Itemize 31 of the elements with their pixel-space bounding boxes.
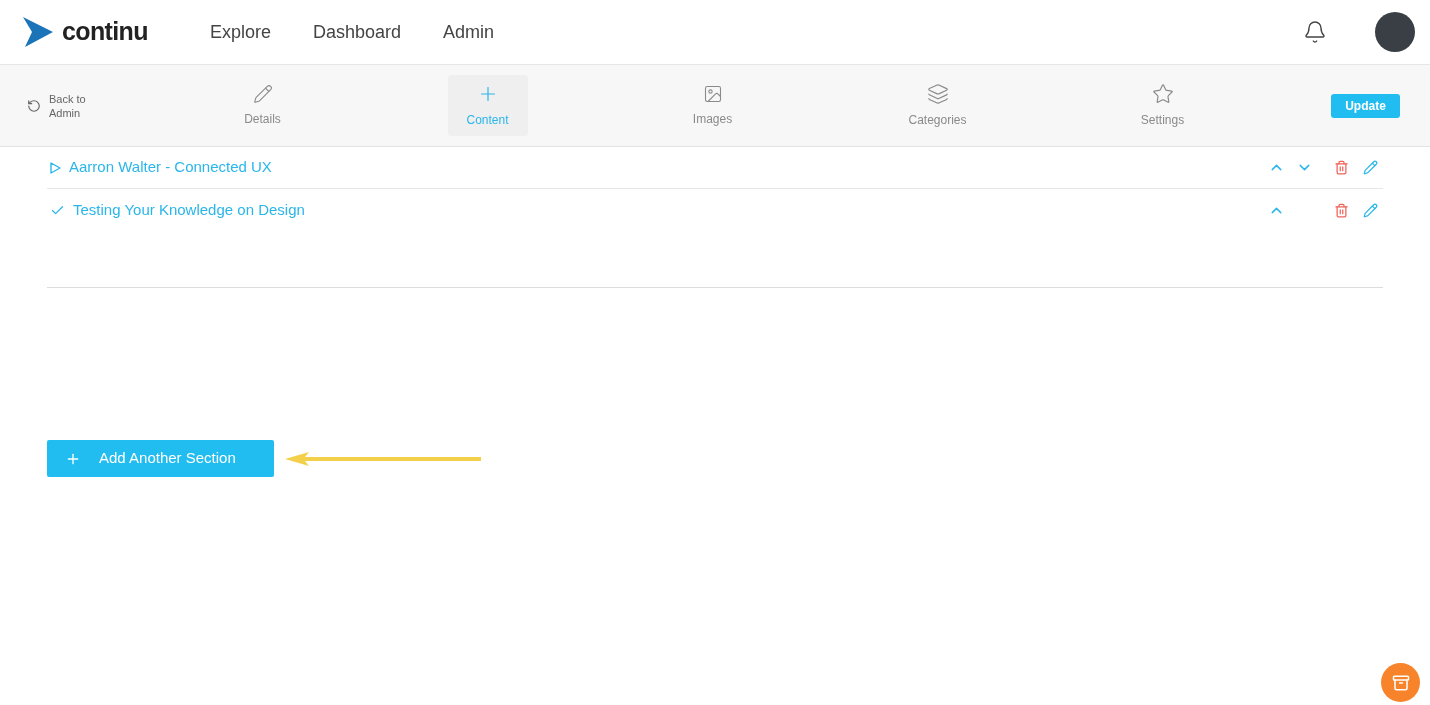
toolbar-tab[interactable]: Content: [375, 75, 600, 136]
edit-icon[interactable]: [1363, 202, 1378, 218]
image-icon: [702, 83, 723, 104]
nav-link[interactable]: Explore: [210, 18, 272, 46]
toolbar-tab[interactable]: Categories: [825, 75, 1050, 136]
help-widget-button[interactable]: [1381, 663, 1420, 702]
section-row[interactable]: Aarron Walter - Connected UX: [47, 147, 1383, 189]
notification-bell-icon[interactable]: [1303, 20, 1327, 44]
archive-icon: [1391, 673, 1410, 692]
toolbar-tab[interactable]: Settings: [1050, 75, 1275, 136]
logo-arrow-icon: [22, 16, 54, 48]
avatar[interactable]: [1375, 12, 1415, 52]
delete-icon[interactable]: [1334, 202, 1349, 218]
back-to-admin-button[interactable]: Back to Admin: [27, 91, 150, 120]
toolbar-tab[interactable]: Images: [600, 75, 825, 136]
play-icon: [50, 161, 61, 174]
layers-icon: [926, 82, 949, 105]
add-section-button[interactable]: Add Another Section: [47, 440, 274, 477]
toolbar-tab[interactable]: Details: [150, 75, 375, 136]
logo-text: continu: [62, 16, 148, 48]
section-title: Aarron Walter - Connected UX: [69, 157, 272, 178]
star-icon: [1151, 82, 1174, 105]
section-title: Testing Your Knowledge on Design: [73, 199, 305, 220]
update-button[interactable]: Update: [1331, 93, 1400, 118]
nav-link[interactable]: Dashboard: [313, 18, 402, 46]
section-row[interactable]: Testing Your Knowledge on Design: [47, 189, 1383, 231]
nav-link[interactable]: Admin: [443, 18, 495, 46]
edit-icon[interactable]: [1363, 160, 1378, 175]
pencil-icon: [252, 83, 273, 104]
back-icon: [27, 98, 41, 113]
delete-icon[interactable]: [1334, 160, 1349, 175]
